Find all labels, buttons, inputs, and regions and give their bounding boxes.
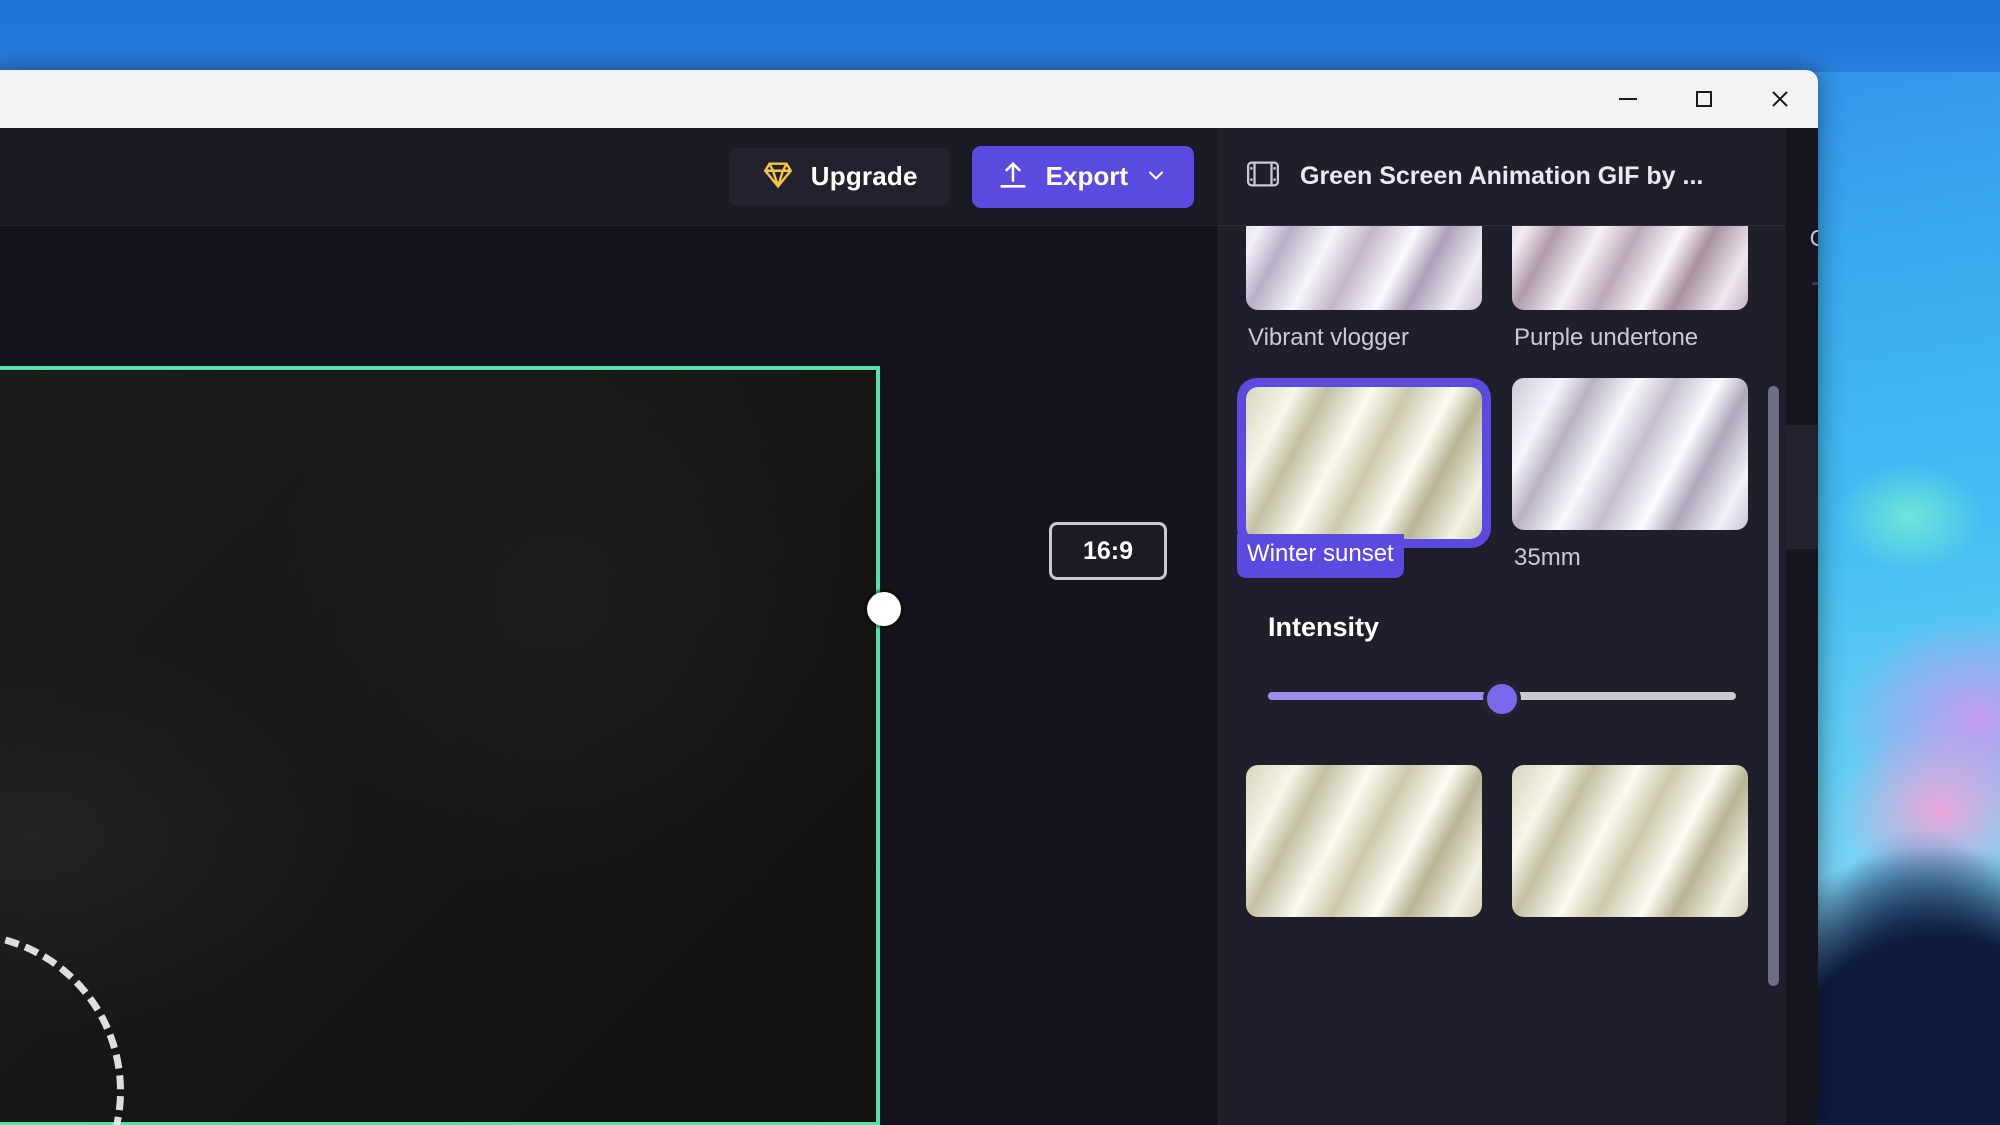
filters-panel: Green Screen Animation GIF by ... Vibran… (1218, 128, 1786, 1125)
filter-card-next-2[interactable] (1512, 765, 1758, 917)
filter-grid-next-row (1246, 765, 1758, 917)
panel-title: Green Screen Animation GIF by ... (1300, 162, 1704, 190)
editor-area: Upgrade Export 16:9 (0, 128, 1218, 1125)
clipchamp-window: Upgrade Export 16:9 Green Screen Animati… (0, 70, 1818, 1125)
filter-thumbnail[interactable] (1512, 226, 1748, 310)
aspect-ratio-badge[interactable]: 16:9 (1049, 522, 1167, 580)
upgrade-button[interactable]: Upgrade (728, 147, 950, 206)
upload-icon (996, 158, 1030, 195)
panel-scrollbar[interactable] (1768, 386, 1779, 986)
minimize-icon (1616, 87, 1640, 111)
filter-thumbnail[interactable] (1246, 387, 1482, 539)
rail-divider (1812, 282, 1818, 286)
maximize-icon (1692, 87, 1716, 111)
filter-thumbnail[interactable] (1246, 765, 1482, 917)
desktop-wallpaper-top (0, 0, 2000, 72)
upgrade-label: Upgrade (810, 161, 918, 191)
window-titlebar (0, 70, 1818, 128)
filter-label: Purple undertone (1514, 324, 1699, 351)
intensity-label: Intensity (1268, 612, 1380, 642)
app-body: Upgrade Export 16:9 Green Screen Animati… (0, 128, 1818, 1125)
rail-item-captions[interactable]: Captions (1786, 152, 1818, 268)
slider-thumb[interactable] (1483, 680, 1521, 718)
filter-label: Vibrant vlogger (1248, 324, 1409, 351)
export-label: Export (1045, 161, 1128, 191)
video-preview-frame[interactable] (0, 366, 880, 1125)
app-toolbar: Upgrade Export (0, 128, 1218, 226)
filter-label: 35mm (1514, 544, 1581, 571)
resize-handle-top-right[interactable] (867, 592, 901, 626)
chevron-down-icon (1144, 163, 1168, 190)
video-grain-overlay (0, 370, 876, 1122)
filter-thumbnail[interactable] (1512, 378, 1748, 530)
filter-thumbnail[interactable] (1512, 765, 1748, 917)
rail-label: Captions (1809, 225, 1818, 251)
rail-item-adjust-colours[interactable]: Adjust colours (1786, 674, 1819, 823)
export-button[interactable]: Export (971, 145, 1194, 208)
preview-stage: 16:9 (0, 226, 1218, 1125)
minimize-button[interactable] (1590, 70, 1666, 128)
filter-card-winter-sunset[interactable]: Winter sunset (1237, 378, 1492, 604)
filter-card-next-1[interactable] (1246, 765, 1492, 917)
panel-header: Green Screen Animation GIF by ... (1218, 128, 1786, 226)
filter-card-purple-undertone[interactable]: Purple undertone (1512, 226, 1758, 378)
maximize-button[interactable] (1666, 70, 1742, 128)
intensity-slider[interactable] (1268, 680, 1736, 718)
filter-card-vibrant-vlogger[interactable]: Vibrant vlogger (1246, 226, 1492, 378)
diamond-icon (761, 158, 795, 195)
filter-grid: Vibrant vlogger Purple undertone Winter … (1237, 226, 1758, 604)
slider-fill (1268, 692, 1502, 700)
tools-rail: Captions Fade (1786, 128, 1818, 1125)
rail-item-filters[interactable]: Filters (1786, 425, 1818, 550)
filter-thumbnail[interactable] (1246, 226, 1482, 310)
close-icon (1768, 87, 1792, 111)
filters-scroll-area[interactable]: Vibrant vlogger Purple undertone Winter … (1218, 226, 1786, 1125)
filter-label-selected: Winter sunset (1237, 534, 1404, 578)
aspect-ratio-label: 16:9 (1082, 536, 1134, 565)
close-button[interactable] (1742, 70, 1818, 128)
filter-card-35mm[interactable]: 35mm (1512, 378, 1758, 604)
rail-label: Adjust colours (1792, 753, 1819, 807)
rail-item-fade[interactable]: Fade (1786, 303, 1818, 425)
rail-item-effects[interactable]: Effects (1786, 549, 1818, 673)
rail-item-speed[interactable] (1786, 823, 1818, 920)
film-strip-icon (1246, 159, 1280, 194)
